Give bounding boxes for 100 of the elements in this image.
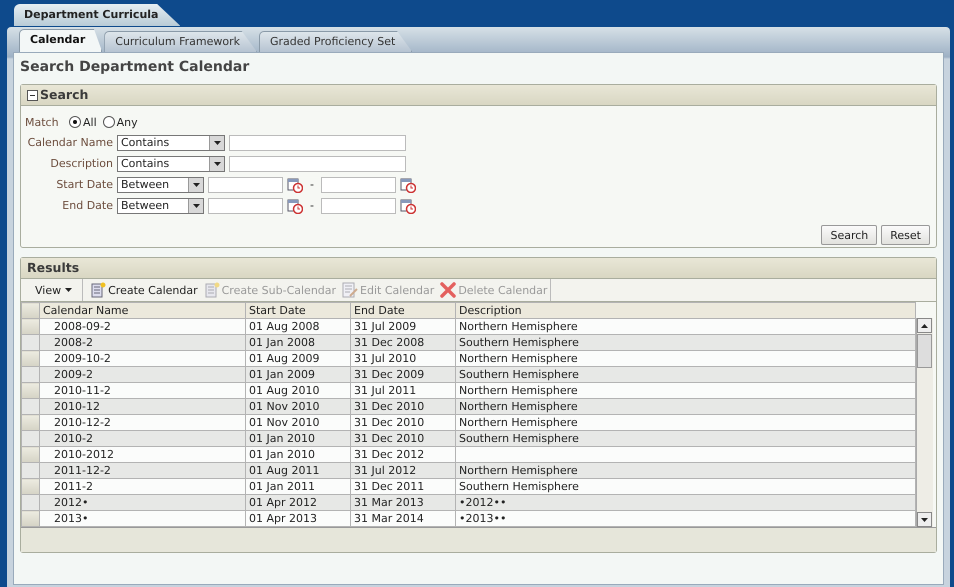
operator-dropdown[interactable]: Contains — [117, 134, 225, 150]
table-cell: 2011-2 — [40, 478, 246, 494]
caret-icon — [65, 288, 72, 292]
table-cell: 01 Nov 2010 — [246, 398, 350, 414]
text-field[interactable] — [229, 134, 406, 150]
action-button[interactable]: Search — [821, 225, 878, 245]
row-header[interactable] — [22, 462, 40, 478]
table-cell: Northern Hemisphere — [456, 382, 916, 398]
table-cell: •2012•• — [456, 494, 916, 510]
calendar-clock-icon[interactable] — [287, 198, 303, 214]
table-cell: 2013• — [40, 510, 246, 526]
table-cell: Southern Hemisphere — [456, 478, 916, 494]
calendar-clock-icon[interactable] — [287, 176, 303, 192]
date-field[interactable] — [320, 198, 396, 214]
table-cell: Southern Hemisphere — [456, 366, 916, 382]
table-cell: 01 Jan 2010 — [246, 430, 350, 446]
tab[interactable]: Calendar — [19, 29, 102, 52]
date-field[interactable] — [208, 176, 283, 192]
table-cell: 31 Jul 2009 — [350, 318, 456, 334]
view-menu[interactable]: View — [21, 279, 84, 301]
row-header[interactable] — [22, 318, 40, 334]
tab[interactable]: Graded Proficiency Set — [259, 31, 412, 52]
table-cell: Northern Hemisphere — [456, 462, 916, 478]
calendar-clock-icon[interactable] — [400, 198, 416, 214]
table-cell: 2010-12-2 — [40, 414, 246, 430]
table-cell: 2008-09-2 — [40, 318, 246, 334]
table-cell: 01 Aug 2010 — [246, 382, 350, 398]
table-cell: 31 Dec 2008 — [350, 334, 456, 350]
table-cell: Southern Hemisphere — [456, 334, 916, 350]
text-field[interactable] — [229, 156, 406, 172]
calendar-clock-icon[interactable] — [400, 176, 416, 192]
range-separator: - — [309, 199, 315, 212]
table-cell: Northern Hemisphere — [456, 398, 916, 414]
row-header[interactable] — [22, 334, 40, 350]
operator-dropdown[interactable]: Contains — [117, 156, 225, 172]
column-header[interactable]: Description — [456, 302, 916, 318]
delete-icon — [440, 282, 456, 298]
field-label: Match — [25, 116, 60, 128]
range-separator: - — [309, 178, 315, 191]
table-cell: 01 Nov 2010 — [246, 414, 350, 430]
date-field[interactable] — [320, 176, 396, 192]
radio-option[interactable]: Any — [102, 116, 138, 128]
row-header[interactable] — [22, 510, 40, 526]
field-label: Description — [49, 157, 113, 170]
column-header[interactable]: End Date — [350, 302, 456, 318]
table-cell: 31 Dec 2010 — [350, 398, 456, 414]
row-header[interactable] — [22, 382, 40, 398]
row-header[interactable] — [22, 414, 40, 430]
table-cell: 01 Aug 2008 — [246, 318, 350, 334]
table-cell: 2010-2 — [40, 430, 246, 446]
dropdown-arrow-icon — [192, 204, 200, 208]
table-cell: 01 Jan 2008 — [246, 334, 350, 350]
scroll-thumb[interactable] — [917, 334, 932, 368]
tab[interactable]: Curriculum Framework — [104, 31, 257, 52]
toolbar-button[interactable]: Create Calendar — [87, 282, 201, 298]
row-header[interactable] — [22, 366, 40, 382]
operator-dropdown[interactable]: Between — [117, 198, 204, 214]
table-cell: •2013•• — [456, 510, 916, 526]
column-header[interactable]: Start Date — [246, 302, 350, 318]
dropdown-arrow-icon — [214, 140, 220, 144]
table-cell: 2010-12 — [40, 398, 246, 414]
collapse-toggle-icon[interactable] — [27, 90, 38, 100]
table-cell: 2008-2 — [40, 334, 246, 350]
scroll-up-icon[interactable] — [921, 324, 928, 328]
table-cell: 01 Apr 2012 — [246, 494, 350, 510]
table-cell: Northern Hemisphere — [456, 318, 916, 334]
table-cell: 31 Jul 2012 — [350, 462, 456, 478]
table-cell: 01 Aug 2011 — [246, 462, 350, 478]
table-cell: 31 Dec 2010 — [350, 430, 456, 446]
scroll-down-icon[interactable] — [921, 518, 928, 522]
page-title: Search Department Calendar — [20, 59, 250, 75]
row-header[interactable] — [22, 494, 40, 510]
document-icon — [204, 282, 220, 298]
action-button[interactable]: Reset — [881, 225, 930, 245]
row-header[interactable] — [22, 446, 40, 462]
table-cell: 2009-10-2 — [40, 350, 246, 366]
table-cell: 31 Mar 2014 — [350, 510, 456, 526]
dropdown-arrow-icon — [192, 182, 200, 186]
document-icon — [90, 282, 106, 298]
table-cell: 31 Jul 2011 — [350, 382, 456, 398]
operator-dropdown[interactable]: Between — [117, 176, 204, 192]
scrollbar[interactable] — [916, 318, 933, 527]
column-header[interactable]: Calendar Name — [40, 302, 246, 318]
table-cell: 31 Dec 2010 — [350, 414, 456, 430]
table-cell: 01 Aug 2009 — [246, 350, 350, 366]
app-tab[interactable]: Department Curricula — [14, 4, 180, 26]
table-cell: Northern Hemisphere — [456, 350, 916, 366]
row-header[interactable] — [22, 350, 40, 366]
row-header[interactable] — [22, 398, 40, 414]
row-header[interactable] — [22, 430, 40, 446]
section-title: Search — [40, 86, 88, 104]
row-header[interactable] — [22, 478, 40, 494]
table-cell: 2010-11-2 — [40, 382, 246, 398]
table-cell: Northern Hemisphere — [456, 414, 916, 430]
date-field[interactable] — [208, 198, 283, 214]
table-cell: 2009-2 — [40, 366, 246, 382]
radio-option[interactable]: All — [69, 116, 97, 128]
table-cell: 31 Jul 2010 — [350, 350, 456, 366]
dropdown-arrow-icon — [214, 162, 220, 166]
table-cell: 2010-2012 — [40, 446, 246, 462]
